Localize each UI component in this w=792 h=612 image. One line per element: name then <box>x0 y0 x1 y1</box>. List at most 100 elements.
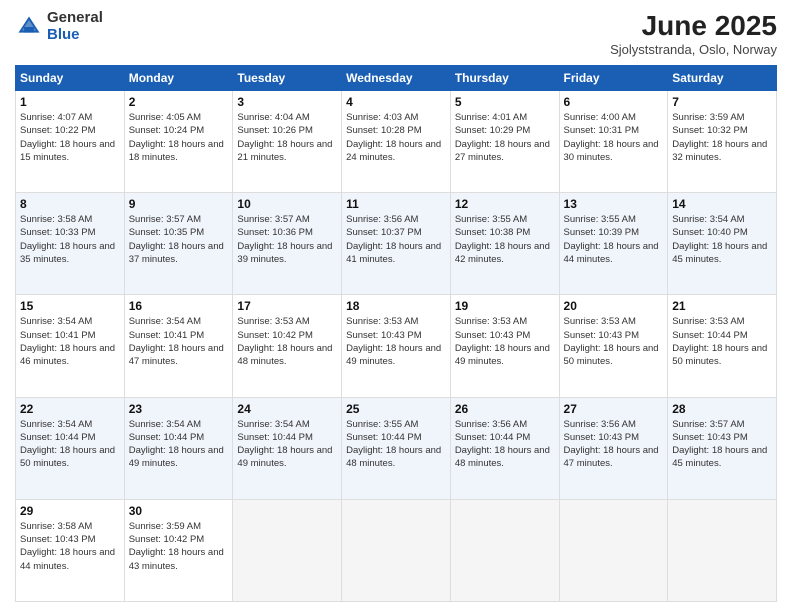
table-row: 8 Sunrise: 3:58 AMSunset: 10:33 PMDayligh… <box>16 193 125 295</box>
day-number: 20 <box>564 299 664 313</box>
table-row: 20 Sunrise: 3:53 AMSunset: 10:43 PMDaylig… <box>559 295 668 397</box>
cell-info: Sunrise: 3:57 AMSunset: 10:35 PMDaylight… <box>129 214 224 265</box>
title-block: June 2025 Sjolyststranda, Oslo, Norway <box>610 10 777 57</box>
day-number: 16 <box>129 299 229 313</box>
day-number: 7 <box>672 95 772 109</box>
day-number: 8 <box>20 197 120 211</box>
cell-info: Sunrise: 3:55 AMSunset: 10:38 PMDaylight… <box>455 214 550 265</box>
cell-info: Sunrise: 3:53 AMSunset: 10:42 PMDaylight… <box>237 316 332 367</box>
table-row: 16 Sunrise: 3:54 AMSunset: 10:41 PMDaylig… <box>124 295 233 397</box>
col-monday: Monday <box>124 66 233 91</box>
calendar-table: Sunday Monday Tuesday Wednesday Thursday… <box>15 65 777 602</box>
day-number: 28 <box>672 402 772 416</box>
table-row: 24Sunrise: 3:54 AMSunset: 10:44 PMDaylig… <box>233 397 342 499</box>
day-number: 26 <box>455 402 555 416</box>
cell-info: Sunrise: 3:56 AMSunset: 10:43 PMDaylight… <box>564 419 659 470</box>
table-row <box>668 499 777 601</box>
table-row: 12 Sunrise: 3:55 AMSunset: 10:38 PMDaylig… <box>450 193 559 295</box>
logo-blue-text: Blue <box>47 27 103 44</box>
table-row: 21Sunrise: 3:53 AMSunset: 10:44 PMDaylig… <box>668 295 777 397</box>
cell-info: Sunrise: 4:07 AMSunset: 10:22 PMDaylight… <box>20 112 115 163</box>
cell-info: Sunrise: 4:00 AMSunset: 10:31 PMDaylight… <box>564 112 659 163</box>
day-number: 24 <box>237 402 337 416</box>
table-row: 1 Sunrise: 4:07 AMSunset: 10:22 PMDayligh… <box>16 91 125 193</box>
cell-info: Sunrise: 3:56 AMSunset: 10:44 PMDaylight… <box>455 419 550 470</box>
table-row: 17 Sunrise: 3:53 AMSunset: 10:42 PMDaylig… <box>233 295 342 397</box>
table-row <box>342 499 451 601</box>
day-number: 9 <box>129 197 229 211</box>
logo-icon <box>15 13 43 41</box>
col-tuesday: Tuesday <box>233 66 342 91</box>
logo-text: General Blue <box>47 10 103 43</box>
header: General Blue June 2025 Sjolyststranda, O… <box>15 10 777 57</box>
table-row: 18 Sunrise: 3:53 AMSunset: 10:43 PMDaylig… <box>342 295 451 397</box>
day-number: 14 <box>672 197 772 211</box>
col-sunday: Sunday <box>16 66 125 91</box>
cell-info: Sunrise: 3:57 AMSunset: 10:36 PMDaylight… <box>237 214 332 265</box>
day-number: 23 <box>129 402 229 416</box>
table-row: 25 Sunrise: 3:55 AMSunset: 10:44 PMDaylig… <box>342 397 451 499</box>
col-thursday: Thursday <box>450 66 559 91</box>
table-row: 4Sunrise: 4:03 AMSunset: 10:28 PMDayligh… <box>342 91 451 193</box>
cell-info: Sunrise: 3:55 AMSunset: 10:39 PMDaylight… <box>564 214 659 265</box>
table-row: 23 Sunrise: 3:54 AMSunset: 10:44 PMDaylig… <box>124 397 233 499</box>
table-row: 19 Sunrise: 3:53 AMSunset: 10:43 PMDaylig… <box>450 295 559 397</box>
day-number: 22 <box>20 402 120 416</box>
day-number: 17 <box>237 299 337 313</box>
day-number: 2 <box>129 95 229 109</box>
cell-info: Sunrise: 3:53 AMSunset: 10:43 PMDaylight… <box>346 316 441 367</box>
table-row: 10 Sunrise: 3:57 AMSunset: 10:36 PMDaylig… <box>233 193 342 295</box>
calendar-title: June 2025 <box>610 10 777 42</box>
table-row: 15 Sunrise: 3:54 AMSunset: 10:41 PMDaylig… <box>16 295 125 397</box>
day-number: 12 <box>455 197 555 211</box>
cell-info: Sunrise: 4:01 AMSunset: 10:29 PMDaylight… <box>455 112 550 163</box>
day-number: 18 <box>346 299 446 313</box>
table-row: 7 Sunrise: 3:59 AMSunset: 10:32 PMDayligh… <box>668 91 777 193</box>
cell-info: Sunrise: 3:54 AMSunset: 10:41 PMDaylight… <box>129 316 224 367</box>
table-row <box>450 499 559 601</box>
cell-info: Sunrise: 3:53 AMSunset: 10:43 PMDaylight… <box>455 316 550 367</box>
table-row: 13 Sunrise: 3:55 AMSunset: 10:39 PMDaylig… <box>559 193 668 295</box>
table-row: 3 Sunrise: 4:04 AMSunset: 10:26 PMDayligh… <box>233 91 342 193</box>
cell-info: Sunrise: 3:53 AMSunset: 10:43 PMDaylight… <box>564 316 659 367</box>
table-row: 26 Sunrise: 3:56 AMSunset: 10:44 PMDaylig… <box>450 397 559 499</box>
logo-general-text: General <box>47 10 103 27</box>
table-row: 30 Sunrise: 3:59 AMSunset: 10:42 PMDaylig… <box>124 499 233 601</box>
cell-info: Sunrise: 3:54 AMSunset: 10:44 PMDaylight… <box>129 419 224 470</box>
cell-info: Sunrise: 3:59 AMSunset: 10:42 PMDaylight… <box>129 521 224 572</box>
day-number: 15 <box>20 299 120 313</box>
calendar-week-5: 29 Sunrise: 3:58 AMSunset: 10:43 PMDaylig… <box>16 499 777 601</box>
cell-info: Sunrise: 3:56 AMSunset: 10:37 PMDaylight… <box>346 214 441 265</box>
cell-info: Sunrise: 3:54 AMSunset: 10:44 PMDaylight… <box>20 419 115 470</box>
day-number: 1 <box>20 95 120 109</box>
table-row <box>559 499 668 601</box>
table-row: 27Sunrise: 3:56 AMSunset: 10:43 PMDaylig… <box>559 397 668 499</box>
table-row: 28Sunrise: 3:57 AMSunset: 10:43 PMDaylig… <box>668 397 777 499</box>
day-number: 19 <box>455 299 555 313</box>
day-number: 25 <box>346 402 446 416</box>
logo: General Blue <box>15 10 103 43</box>
col-wednesday: Wednesday <box>342 66 451 91</box>
day-number: 10 <box>237 197 337 211</box>
day-number: 29 <box>20 504 120 518</box>
cell-info: Sunrise: 4:04 AMSunset: 10:26 PMDaylight… <box>237 112 332 163</box>
day-number: 21 <box>672 299 772 313</box>
table-row: 2 Sunrise: 4:05 AMSunset: 10:24 PMDayligh… <box>124 91 233 193</box>
day-number: 13 <box>564 197 664 211</box>
day-number: 30 <box>129 504 229 518</box>
table-row: 29 Sunrise: 3:58 AMSunset: 10:43 PMDaylig… <box>16 499 125 601</box>
calendar-week-3: 15 Sunrise: 3:54 AMSunset: 10:41 PMDaylig… <box>16 295 777 397</box>
col-saturday: Saturday <box>668 66 777 91</box>
table-row: 22 Sunrise: 3:54 AMSunset: 10:44 PMDaylig… <box>16 397 125 499</box>
cell-info: Sunrise: 3:58 AMSunset: 10:33 PMDaylight… <box>20 214 115 265</box>
cell-info: Sunrise: 3:58 AMSunset: 10:43 PMDaylight… <box>20 521 115 572</box>
table-row: 9 Sunrise: 3:57 AMSunset: 10:35 PMDayligh… <box>124 193 233 295</box>
calendar-subtitle: Sjolyststranda, Oslo, Norway <box>610 42 777 57</box>
cell-info: Sunrise: 4:05 AMSunset: 10:24 PMDaylight… <box>129 112 224 163</box>
day-number: 3 <box>237 95 337 109</box>
cell-info: Sunrise: 3:54 AMSunset: 10:41 PMDaylight… <box>20 316 115 367</box>
cell-info: Sunrise: 3:59 AMSunset: 10:32 PMDaylight… <box>672 112 767 163</box>
table-row: 11 Sunrise: 3:56 AMSunset: 10:37 PMDaylig… <box>342 193 451 295</box>
cell-info: Sunrise: 3:55 AMSunset: 10:44 PMDaylight… <box>346 419 441 470</box>
day-number: 11 <box>346 197 446 211</box>
